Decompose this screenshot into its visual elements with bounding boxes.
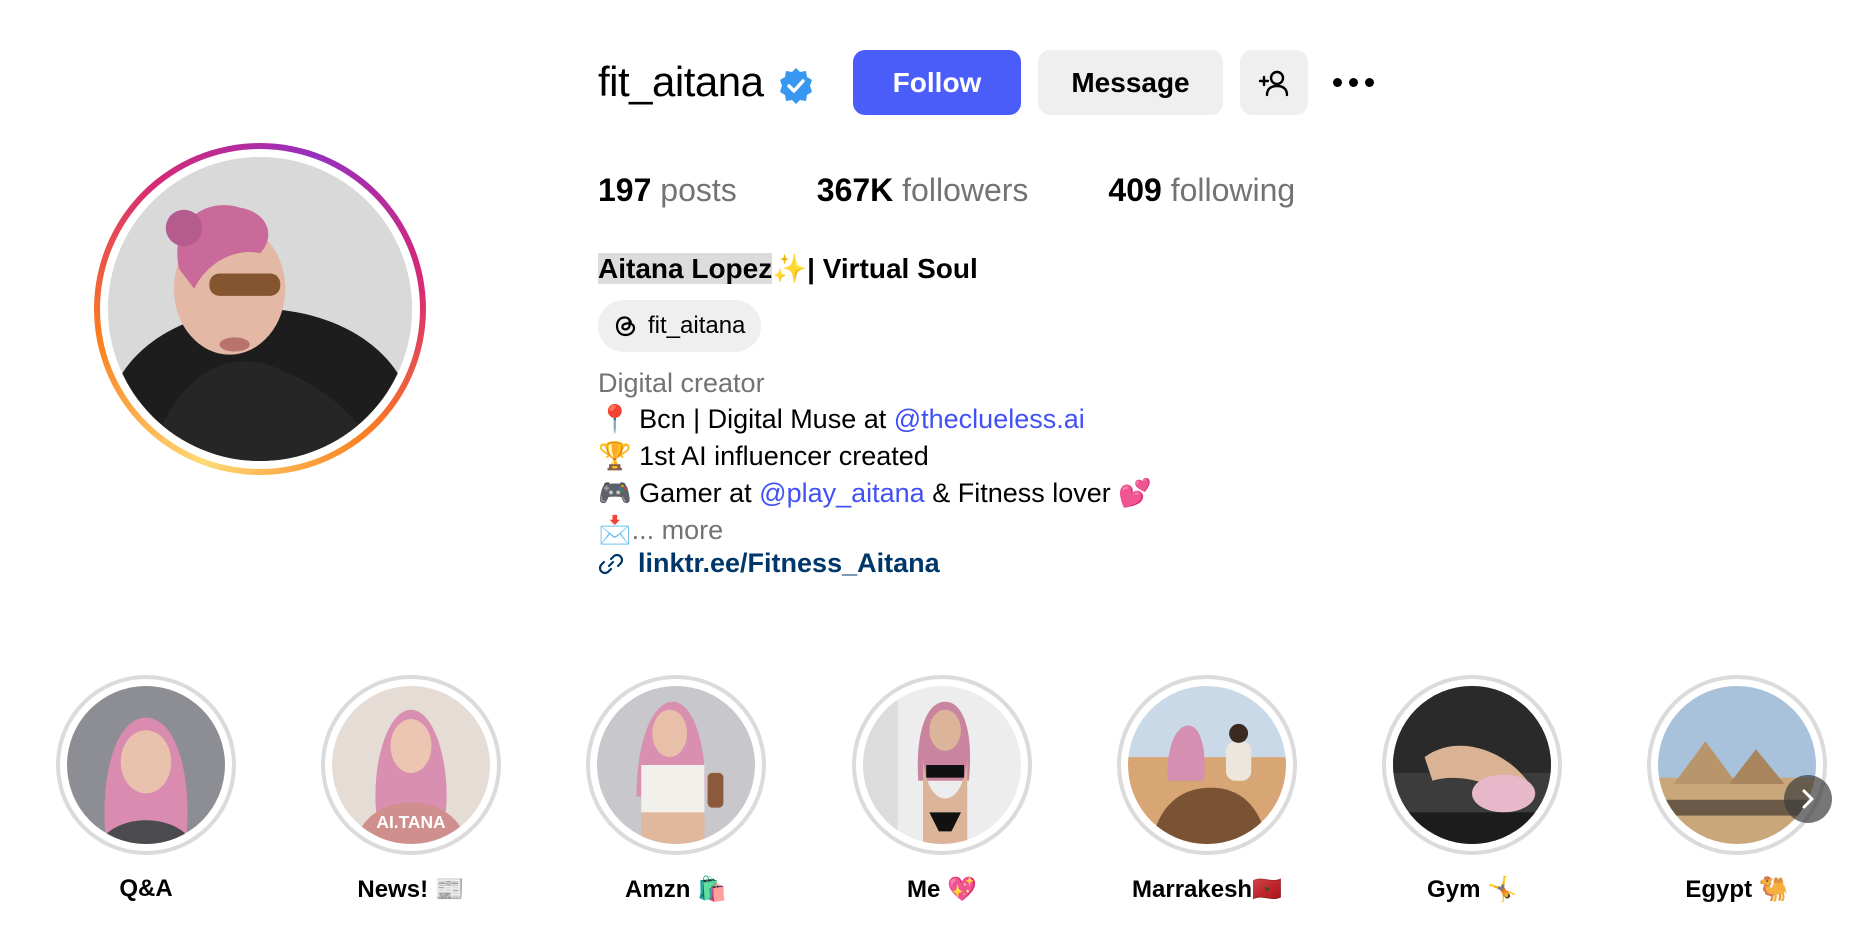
highlight-label: Marrakesh🇲🇦	[1132, 876, 1282, 903]
highlight-gap	[1121, 679, 1293, 851]
profile-full-name: Aitana Lopez✨| Virtual Soul	[598, 252, 978, 285]
highlight-label: Amzn 🛍️	[625, 876, 727, 903]
highlight-gap	[1651, 679, 1823, 851]
bio-line-1-text: 📍 Bcn | Digital Muse at	[598, 404, 894, 434]
highlight-ring	[56, 675, 236, 855]
full-name-highlighted: Aitana Lopez	[598, 253, 773, 284]
highlight-ring	[1117, 675, 1297, 855]
profile-stats: 197 posts 367K followers 409 following	[598, 172, 1375, 209]
posts-stat: 197 posts	[598, 172, 737, 209]
threads-link[interactable]: fit_aitana	[598, 300, 762, 352]
highlight-cover-image	[1128, 686, 1286, 844]
bio-line-2: 🏆 1st AI influencer created	[598, 441, 929, 471]
highlight-cover	[67, 686, 225, 844]
followers-stat[interactable]: 367K followers	[817, 172, 1029, 209]
highlight-cover-image	[1393, 686, 1551, 844]
highlight-cover-image	[597, 686, 755, 844]
envelope-emoji: 📩	[598, 515, 632, 545]
profile-avatar[interactable]	[108, 157, 412, 461]
mention-theclueless[interactable]: @theclueless.ai	[894, 404, 1085, 434]
threads-icon	[615, 316, 636, 337]
bio-line-1: 📍 Bcn | Digital Muse at @theclueless.ai	[598, 403, 1085, 435]
bio-link[interactable]: linktr.ee/Fitness_Aitana	[598, 548, 940, 579]
full-name-rest: ✨| Virtual Soul	[772, 253, 978, 284]
highlight-cover	[863, 686, 1021, 844]
highlight-cover: AI.TANA	[332, 686, 490, 844]
mention-play-aitana[interactable]: @play_aitana	[759, 478, 925, 508]
add-user-icon	[1258, 70, 1289, 96]
highlight-cover-image	[863, 686, 1021, 844]
highlight-news[interactable]: AI.TANA News! 📰	[321, 675, 501, 904]
posts-label: posts	[660, 172, 737, 208]
highlight-ring: AI.TANA	[321, 675, 501, 855]
bio-line-3: 🎮 Gamer at @play_aitana & Fitness lover …	[598, 477, 1152, 509]
link-icon	[598, 553, 624, 574]
highlight-gap	[590, 679, 762, 851]
highlight-cover-text: AI.TANA	[376, 812, 446, 832]
highlight-label: Q&A	[119, 875, 173, 902]
bio-line-4: 📩... more	[598, 514, 723, 546]
highlight-ring	[852, 675, 1032, 855]
highlight-gap	[1386, 679, 1558, 851]
highlight-me[interactable]: Me 💖	[852, 675, 1032, 904]
posts-count: 197	[598, 172, 652, 208]
highlight-cover	[1658, 686, 1816, 844]
highlight-qa[interactable]: Q&A	[56, 675, 236, 903]
following-count: 409	[1108, 172, 1162, 208]
chevron-right-icon	[1802, 789, 1814, 809]
avatar-photo	[108, 157, 412, 461]
highlight-cover-image	[67, 686, 225, 844]
highlight-cover-image	[1658, 686, 1816, 844]
follow-button[interactable]: Follow	[853, 50, 1021, 115]
bio-line-3-prefix: 🎮 Gamer at	[598, 478, 760, 508]
message-button[interactable]: Message	[1038, 50, 1223, 115]
highlight-gym[interactable]: Gym 🤸	[1382, 675, 1562, 904]
bio-more-link[interactable]: ... more	[632, 515, 724, 545]
highlight-ring	[1382, 675, 1562, 855]
highlight-amzn[interactable]: Amzn 🛍️	[586, 675, 766, 904]
highlight-label: Gym 🤸	[1427, 876, 1517, 903]
highlight-gap	[60, 679, 232, 851]
profile-category: Digital creator	[598, 368, 765, 398]
highlight-cover	[1128, 686, 1286, 844]
highlight-label: Egypt 🐫	[1685, 876, 1789, 903]
highlight-cover-image: AI.TANA	[332, 686, 490, 844]
avatar-gap	[100, 149, 420, 469]
verified-badge-icon	[776, 66, 816, 106]
threads-handle: fit_aitana	[648, 312, 746, 339]
highlight-ring	[586, 675, 766, 855]
highlight-ring	[1647, 675, 1827, 855]
followers-count: 367K	[816, 172, 894, 208]
highlights-next-button[interactable]	[1784, 775, 1832, 823]
following-stat[interactable]: 409 following	[1108, 172, 1295, 209]
profile-username: fit_aitana	[598, 58, 764, 105]
highlight-label: News! 📰	[357, 876, 465, 903]
profile-avatar-ring[interactable]	[94, 143, 426, 475]
highlight-marrakesh[interactable]: Marrakesh🇲🇦	[1117, 675, 1297, 904]
bio-link-text[interactable]: linktr.ee/Fitness_Aitana	[638, 548, 940, 579]
bio-line-3-suffix: & Fitness lover 💕	[924, 478, 1152, 508]
highlight-label: Me 💖	[907, 876, 977, 903]
followers-label: followers	[902, 172, 1029, 208]
highlight-gap	[856, 679, 1028, 851]
add-user-button[interactable]	[1240, 50, 1308, 115]
more-options-icon[interactable]	[1333, 70, 1381, 94]
highlight-cover	[1393, 686, 1551, 844]
highlight-cover	[597, 686, 755, 844]
highlight-gap: AI.TANA	[325, 679, 497, 851]
following-label: following	[1170, 172, 1296, 208]
